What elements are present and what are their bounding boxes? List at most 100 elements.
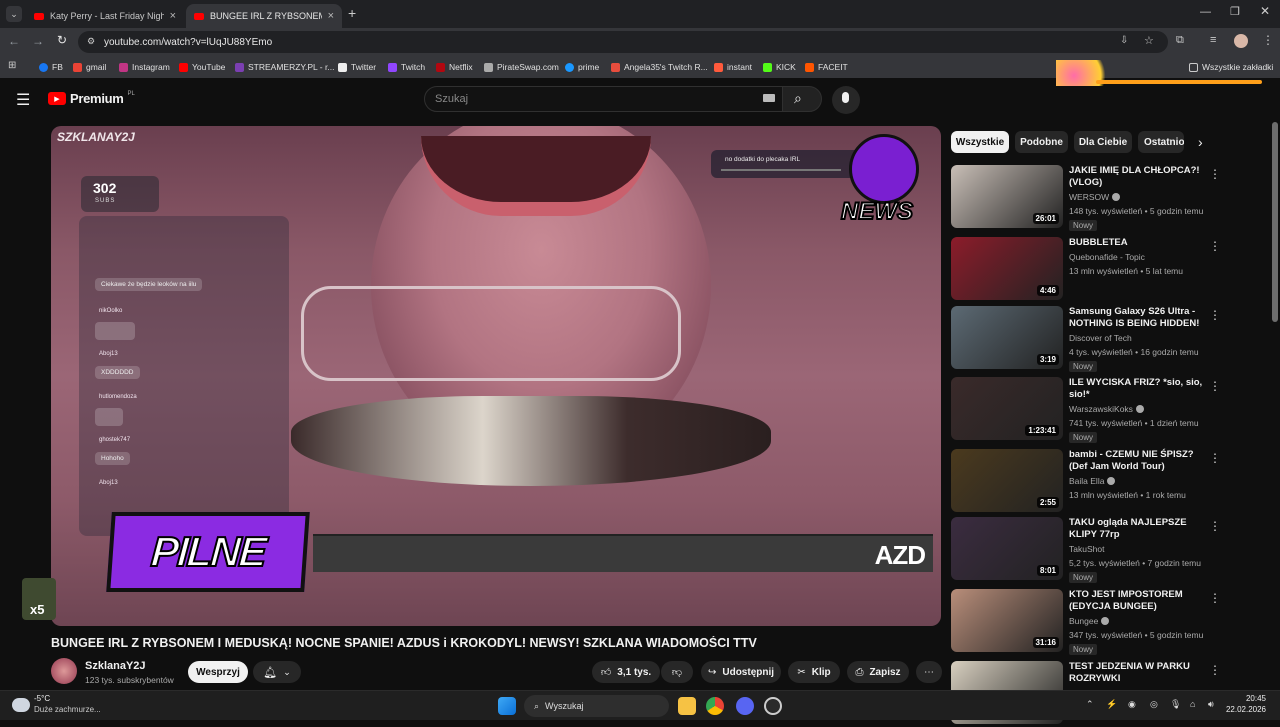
chrome-menu-icon[interactable]: ⋮: [1262, 33, 1274, 47]
install-icon[interactable]: ⇩: [1120, 35, 1128, 46]
more-options-icon[interactable]: ⋮: [1209, 663, 1221, 677]
recommendation-card[interactable]: 3:19 Samsung Galaxy S26 Ultra - NOTHING I…: [951, 306, 1271, 372]
recommendation-card[interactable]: 1:23:41 ILE WYCISKA FRIZ? *sio, sio, sio!…: [951, 377, 1271, 443]
close-tab-icon[interactable]: ×: [170, 10, 176, 22]
tab-katy-perry[interactable]: Katy Perry - Last Friday Night (T ×: [26, 4, 184, 28]
windows-start-icon[interactable]: [498, 697, 516, 715]
video-thumbnail[interactable]: 2:55: [951, 449, 1063, 512]
video-title[interactable]: bambi - CZEMU NIE ŚPISZ? (Def Jam World …: [1069, 449, 1209, 473]
clock-time[interactable]: 20:45: [1236, 694, 1266, 703]
video-title[interactable]: TEST JEDZENIA W PARKU ROZRYWKI: [1069, 661, 1209, 685]
dislike-button[interactable]: 👎︎: [661, 661, 693, 683]
bookmark-twitter[interactable]: Twitter: [338, 60, 376, 74]
share-button[interactable]: ↪ Udostępnij: [701, 661, 781, 683]
keyboard-icon[interactable]: [763, 94, 775, 102]
recommendation-card[interactable]: 4:46 BUBBLETEA Quebonafide - Topic 13 mln w…: [951, 237, 1271, 303]
channel-name[interactable]: SzklanaY2J: [85, 660, 146, 672]
site-info-icon[interactable]: ⚙: [87, 36, 95, 47]
video-player[interactable]: SZKLANAY2J 302 SUBS Ciekawe że będzie le…: [51, 126, 941, 626]
bookmark-faceit[interactable]: FACEIT: [805, 60, 848, 74]
more-options-icon[interactable]: ⋮: [1209, 167, 1221, 181]
bookmark-streamerzy[interactable]: STREAMERZY.PL - r...: [235, 60, 334, 74]
channel-name[interactable]: Baila Ella: [1069, 476, 1116, 486]
chip-similar[interactable]: Podobne: [1015, 131, 1068, 153]
bookmark-star-icon[interactable]: ☆: [1144, 34, 1154, 47]
video-title[interactable]: KTO JEST IMPOSTOREM (EDYCJA BUNGEE): [1069, 589, 1209, 613]
more-options-icon[interactable]: ⋮: [1209, 591, 1221, 605]
video-thumbnail[interactable]: 26:01: [951, 165, 1063, 228]
bookmark-twitch[interactable]: Twitch: [388, 60, 425, 74]
chip-recent[interactable]: Ostatnio: [1138, 131, 1184, 153]
forward-icon[interactable]: →: [32, 34, 44, 48]
menu-icon[interactable]: ☰: [16, 90, 30, 110]
more-options-icon[interactable]: ⋮: [1209, 451, 1221, 465]
bookmark-prime[interactable]: prime: [565, 60, 599, 74]
tray-app-icon[interactable]: ⚡: [1106, 699, 1117, 710]
video-thumbnail[interactable]: 4:46: [951, 237, 1063, 300]
video-title[interactable]: ILE WYCISKA FRIZ? *sio, sio, sio!*: [1069, 377, 1209, 401]
search-input[interactable]: Szukaj: [424, 86, 784, 112]
recommendation-card[interactable]: 8:01 TAKU ogląda NAJLEPSZE KLIPY 77rp Taku…: [951, 517, 1271, 583]
more-options-icon[interactable]: ⋮: [1209, 239, 1221, 253]
tab-bungee[interactable]: BUNGEE IRL Z RYBSONEM I MEDUSK ×: [186, 4, 342, 28]
tray-chevron-up-icon[interactable]: ⌃: [1086, 699, 1094, 710]
channel-name[interactable]: WarszawskiKoks: [1069, 404, 1144, 414]
video-title[interactable]: Samsung Galaxy S26 Ultra - NOTHING IS BE…: [1069, 306, 1209, 330]
tray-steam-icon[interactable]: ◎: [1150, 699, 1158, 710]
recommendation-card[interactable]: 26:01 JAKIE IMIĘ DLA CHŁOPCA?! (VLOG) WERS…: [951, 165, 1271, 231]
channel-name[interactable]: Quebonafide - Topic: [1069, 252, 1145, 262]
discord-icon[interactable]: [736, 697, 754, 715]
promo-banner[interactable]: [1056, 60, 1262, 86]
restore-icon[interactable]: ❐: [1230, 5, 1240, 18]
video-title[interactable]: TAKU ogląda NAJLEPSZE KLIPY 77rp: [1069, 517, 1209, 541]
tray-discord-icon[interactable]: ◉: [1128, 699, 1136, 710]
clock-date[interactable]: 22.02.2026: [1216, 705, 1266, 714]
youtube-logo[interactable]: ▶ Premium PL: [48, 91, 135, 106]
video-thumbnail[interactable]: 8:01: [951, 517, 1063, 580]
bookmark-youtube[interactable]: YouTube: [179, 60, 225, 74]
bookmark-gmail[interactable]: gmail: [73, 60, 106, 74]
chrome-icon[interactable]: [706, 697, 724, 715]
video-thumbnail[interactable]: 3:19: [951, 306, 1063, 369]
video-thumbnail[interactable]: 31:16: [951, 589, 1063, 652]
bookmark-kick[interactable]: KICK: [763, 60, 796, 74]
save-button[interactable]: ⎙ Zapisz: [847, 661, 909, 683]
file-explorer-icon[interactable]: [678, 697, 696, 715]
bookmark-pirateswap[interactable]: PirateSwap.com: [484, 60, 559, 74]
channel-name[interactable]: WERSOW: [1069, 192, 1121, 202]
bookmark-instagram[interactable]: Instagram: [119, 60, 170, 74]
video-title[interactable]: BUBBLETEA: [1069, 237, 1209, 249]
recommendation-card[interactable]: 2:55 bambi - CZEMU NIE ŚPISZ? (Def Jam Wo…: [951, 449, 1271, 515]
network-icon[interactable]: ⌂: [1190, 699, 1195, 709]
reload-icon[interactable]: ↻: [57, 33, 67, 47]
voice-search-button[interactable]: [832, 86, 860, 114]
video-title[interactable]: JAKIE IMIĘ DLA CHŁOPCA?! (VLOG): [1069, 165, 1209, 189]
close-window-icon[interactable]: ✕: [1260, 4, 1270, 18]
channel-name[interactable]: Bungee: [1069, 616, 1110, 626]
chip-for-you[interactable]: Dla Ciebie: [1074, 131, 1132, 153]
chip-all[interactable]: Wszystkie: [951, 131, 1009, 153]
bookmark-fb[interactable]: FB: [39, 60, 63, 74]
channel-avatar[interactable]: [51, 658, 77, 684]
bookmark-instant[interactable]: instant: [714, 60, 752, 74]
support-button[interactable]: Wesprzyj: [188, 661, 248, 683]
tab-search-icon[interactable]: ⌄: [6, 6, 22, 22]
taskbar-search[interactable]: ⌕ Wyszukaj: [524, 695, 669, 717]
close-tab-icon[interactable]: ×: [328, 10, 334, 22]
notifications-button[interactable]: 🔔︎ ⌄: [253, 661, 301, 683]
channel-name[interactable]: Discover of Tech: [1069, 333, 1132, 343]
apps-grid-icon[interactable]: ⊞: [8, 60, 16, 71]
like-button[interactable]: 👍︎ 3,1 tys.: [592, 661, 660, 683]
clip-button[interactable]: ✂ Klip: [788, 661, 840, 683]
video-thumbnail[interactable]: 1:23:41: [951, 377, 1063, 440]
volume-icon[interactable]: 🔊︎: [1208, 699, 1214, 710]
more-actions-button[interactable]: ⋯: [916, 661, 942, 683]
recommendation-card[interactable]: 31:16 KTO JEST IMPOSTOREM (EDYCJA BUNGEE)…: [951, 589, 1271, 655]
more-options-icon[interactable]: ⋮: [1209, 308, 1221, 322]
reading-list-icon[interactable]: ≡: [1210, 34, 1216, 46]
new-tab-icon[interactable]: +: [348, 5, 356, 21]
address-bar[interactable]: ⚙ youtube.com/watch?v=lUqJU88YEmo ⇩ ☆: [78, 31, 1168, 53]
extensions-icon[interactable]: ⧉: [1176, 34, 1184, 47]
channel-name[interactable]: TakuShot: [1069, 544, 1104, 554]
chevron-right-icon[interactable]: ›: [1198, 134, 1203, 150]
